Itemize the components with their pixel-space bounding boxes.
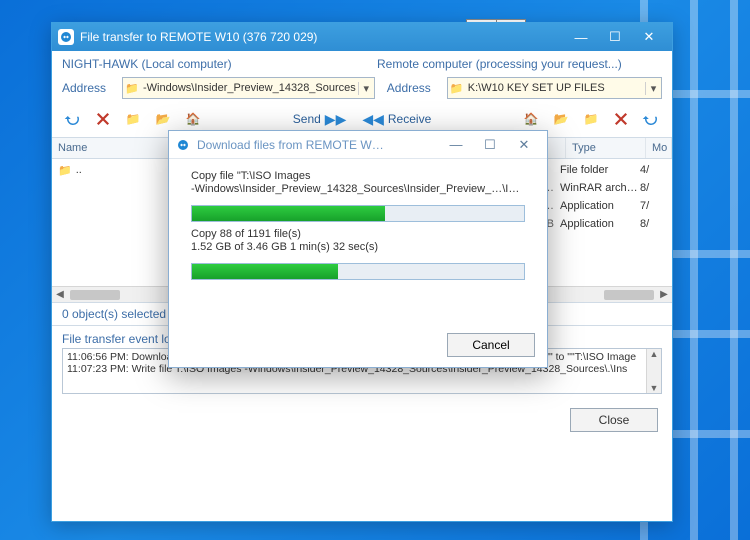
- refresh-icon[interactable]: [638, 107, 664, 131]
- local-address-value: -Windows\Insider_Preview_14328_Sources: [141, 82, 358, 94]
- close-button[interactable]: Close: [570, 408, 658, 432]
- teamviewer-logo-icon: [58, 29, 74, 45]
- send-button[interactable]: Send ▶▶: [285, 107, 355, 131]
- col-modified[interactable]: Mo: [646, 138, 672, 158]
- window-title: File transfer to REMOTE W10 (376 720 029…: [80, 30, 564, 44]
- parent-folder-icon[interactable]: 📂: [548, 107, 574, 131]
- arrow-left-icon: ◀◀: [362, 111, 384, 128]
- parent-folder-icon[interactable]: 📂: [150, 107, 176, 131]
- minimize-button[interactable]: —: [439, 131, 473, 158]
- new-folder-icon[interactable]: 📁: [578, 107, 604, 131]
- cell-type: Application: [560, 218, 640, 230]
- minimize-button[interactable]: —: [564, 23, 598, 51]
- local-address-label: Address: [62, 81, 110, 95]
- refresh-icon[interactable]: [60, 107, 86, 131]
- chevron-down-icon[interactable]: ▾: [645, 82, 661, 95]
- send-label: Send: [293, 112, 321, 126]
- cell-modified: 8/: [640, 182, 666, 194]
- maximize-button[interactable]: ☐: [598, 23, 632, 51]
- copy-count-line: Copy 88 of 1191 file(s): [191, 228, 525, 240]
- local-address-combo[interactable]: 📁 -Windows\Insider_Preview_14328_Sources…: [122, 77, 375, 99]
- teamviewer-logo-icon: [175, 137, 191, 153]
- folder-icon: 📁: [123, 82, 141, 95]
- receive-button[interactable]: ◀◀ Receive: [354, 107, 439, 131]
- folder-icon: 📁: [448, 82, 466, 95]
- home-icon[interactable]: 🏠: [518, 107, 544, 131]
- arrow-right-icon: ▶▶: [325, 111, 347, 128]
- dialog-title: Download files from REMOTE W…: [197, 138, 439, 152]
- close-window-button[interactable]: ✕: [632, 23, 666, 51]
- titlebar[interactable]: File transfer to REMOTE W10 (376 720 029…: [52, 23, 672, 51]
- home-icon[interactable]: 🏠: [180, 107, 206, 131]
- cancel-button[interactable]: Cancel: [447, 333, 535, 357]
- download-dialog: Download files from REMOTE W… — ☐ ✕ Copy…: [168, 130, 548, 368]
- remote-address-combo[interactable]: 📁 K:\W10 KEY SET UP FILES ▾: [447, 77, 662, 99]
- dialog-titlebar[interactable]: Download files from REMOTE W… — ☐ ✕: [169, 131, 547, 159]
- close-dialog-button[interactable]: ✕: [507, 131, 541, 158]
- cell-modified: 7/: [640, 200, 666, 212]
- copy-file-line2: -Windows\Insider_Preview_14328_Sources\I…: [191, 183, 525, 195]
- cell-modified: 4/: [640, 164, 666, 176]
- delete-icon[interactable]: [608, 107, 634, 131]
- updir-label: ..: [76, 164, 82, 176]
- overall-progress-bar: [191, 263, 525, 280]
- file-progress-bar: [191, 205, 525, 222]
- copy-file-line1: Copy file "T:\ISO Images: [191, 170, 525, 182]
- remote-address-label: Address: [387, 81, 435, 95]
- cell-type: File folder: [560, 164, 640, 176]
- col-type[interactable]: Type: [566, 138, 646, 158]
- remote-address-value: K:\W10 KEY SET UP FILES: [466, 82, 645, 94]
- local-header: NIGHT-HAWK (Local computer): [62, 57, 347, 71]
- chevron-down-icon[interactable]: ▾: [358, 82, 374, 95]
- delete-icon[interactable]: [90, 107, 116, 131]
- folder-up-icon: 📁: [58, 164, 72, 177]
- maximize-button[interactable]: ☐: [473, 131, 507, 158]
- new-folder-icon[interactable]: 📁: [120, 107, 146, 131]
- receive-label: Receive: [388, 112, 431, 126]
- cell-type: WinRAR arch…: [560, 182, 640, 194]
- v-scrollbar[interactable]: ▲▼: [646, 349, 661, 393]
- copy-size-line: 1.52 GB of 3.46 GB 1 min(s) 32 sec(s): [191, 241, 525, 253]
- cell-type: Application: [560, 200, 640, 212]
- cell-modified: 8/: [640, 218, 666, 230]
- remote-header: Remote computer (processing your request…: [377, 57, 662, 71]
